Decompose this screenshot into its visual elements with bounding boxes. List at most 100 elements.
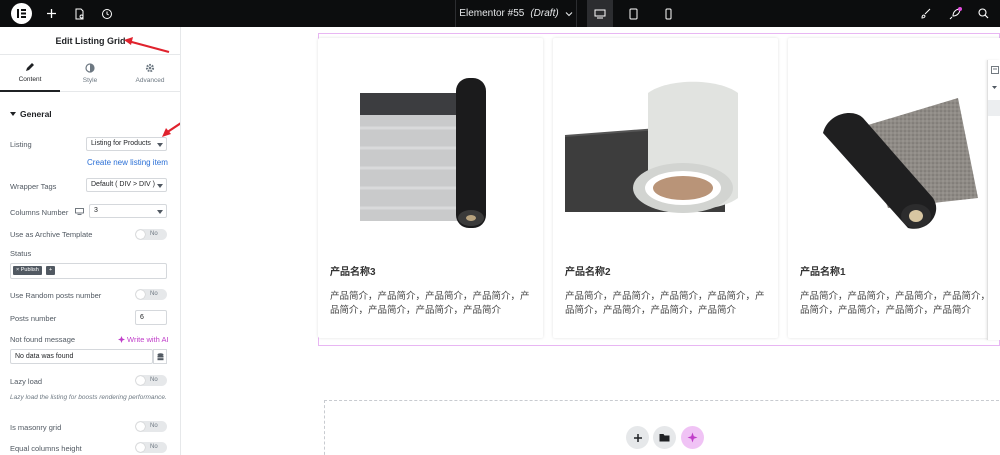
- card-title: 产品名称3: [330, 267, 376, 278]
- elementor-logo[interactable]: [11, 3, 32, 24]
- write-with-ai-button[interactable]: Write with AI: [118, 335, 169, 344]
- add-template-button[interactable]: [653, 426, 676, 449]
- masonry-toggle[interactable]: No: [135, 421, 167, 432]
- navigator-icon: [991, 66, 999, 74]
- search-button[interactable]: [974, 0, 992, 27]
- desktop-icon: [594, 9, 606, 18]
- pencil-icon: [26, 63, 34, 71]
- product-image-roll-foil: [360, 78, 486, 228]
- wrapper-tags-select[interactable]: Default ( DIV > DIV ): [86, 178, 167, 192]
- equal-height-toggle[interactable]: No: [135, 442, 167, 453]
- wrapper-tags-value: Default ( DIV > DIV ): [91, 181, 155, 188]
- tab-content[interactable]: Content: [0, 55, 60, 92]
- section-general[interactable]: General: [10, 109, 52, 119]
- masonry-label: Is masonry grid: [10, 423, 62, 432]
- annotation-arrow-icon: [162, 122, 180, 137]
- toggle-knob: [136, 443, 145, 452]
- document-settings-icon: [75, 8, 83, 19]
- structure-navigator[interactable]: [987, 60, 1000, 340]
- chevron-down-icon: [565, 11, 573, 16]
- desktop-view-button[interactable]: [587, 0, 613, 27]
- listing-card[interactable]: 产品名称3 产品简介，产品简介，产品简介，产品简介，产品简介，产品简介，产品简介…: [318, 38, 543, 338]
- toggle-text: No: [150, 377, 158, 383]
- listing-select[interactable]: Listing for Products: [86, 137, 167, 151]
- history-icon: [102, 8, 112, 19]
- rocket-icon: [949, 7, 962, 20]
- tab-advanced-label: Advanced: [135, 77, 165, 84]
- add-section-button[interactable]: [626, 426, 649, 449]
- random-posts-toggle[interactable]: No: [135, 289, 167, 300]
- search-icon: [977, 8, 988, 19]
- editor-panel: Edit Listing Grid Content Style Advanced…: [0, 27, 181, 455]
- status-add-button[interactable]: +: [46, 266, 56, 275]
- listing-card[interactable]: 产品名称2 产品简介，产品简介，产品简介，产品简介，产品简介，产品简介，产品简介…: [553, 38, 778, 338]
- contrast-icon: [85, 63, 95, 73]
- navigator-row[interactable]: [988, 100, 1000, 116]
- columns-number-value: 3: [94, 207, 98, 214]
- add-element-button[interactable]: [42, 0, 60, 27]
- tablet-view-button[interactable]: [622, 0, 644, 27]
- status-label: Status: [10, 249, 32, 258]
- mobile-view-button[interactable]: [657, 0, 679, 27]
- card-title: 产品名称1: [800, 267, 846, 278]
- not-found-input[interactable]: No data was found: [10, 349, 153, 364]
- notifications-button[interactable]: [946, 0, 964, 27]
- columns-number-select[interactable]: 3: [89, 204, 167, 218]
- document-status: (Draft): [530, 8, 559, 19]
- tab-style-label: Style: [82, 77, 98, 84]
- card-title: 产品名称2: [565, 267, 611, 278]
- document-name: Elementor #55: [459, 8, 525, 19]
- toggle-text: No: [150, 444, 158, 450]
- toggle-knob: [136, 376, 145, 385]
- columns-number-label: Columns Number: [10, 208, 69, 217]
- lazy-load-note: Lazy load the listing for boosts renderi…: [10, 394, 167, 401]
- toggle-text: No: [150, 423, 158, 429]
- mobile-icon: [665, 8, 671, 19]
- chevron-down-icon: [157, 143, 163, 147]
- card-description: 产品简介，产品简介，产品简介，产品简介，产品简介，产品简介，产品简介，产品简介: [800, 291, 1000, 316]
- tab-content-label: Content: [18, 76, 42, 83]
- archive-template-toggle[interactable]: No: [135, 229, 167, 240]
- desktop-icon: [75, 208, 84, 215]
- toggle-knob: [136, 230, 145, 239]
- gear-icon: [145, 63, 155, 73]
- section-general-label: General: [20, 109, 52, 119]
- panel-tabs: Content Style Advanced: [0, 54, 180, 92]
- page-settings-button[interactable]: [70, 0, 88, 27]
- listing-label: Listing: [10, 140, 32, 149]
- tab-style[interactable]: Style: [60, 55, 120, 92]
- wrapper-tags-label: Wrapper Tags: [10, 182, 57, 191]
- posts-number-label: Posts number: [10, 314, 57, 323]
- toggle-knob: [136, 422, 145, 431]
- write-with-ai-label: Write with AI: [127, 335, 169, 344]
- history-button[interactable]: [98, 0, 116, 27]
- listing-card[interactable]: 产品名称1 产品简介，产品简介，产品简介，产品简介，产品简介，产品简介，产品简介…: [788, 38, 1000, 338]
- toggle-text: No: [150, 291, 158, 297]
- sparkle-icon: [687, 432, 698, 443]
- plus-icon: [633, 433, 642, 442]
- product-image-white-roll: [564, 81, 738, 213]
- posts-number-input[interactable]: 6: [135, 310, 167, 325]
- plus-icon: [46, 9, 56, 18]
- product-image-granular-roll: [823, 98, 978, 229]
- random-posts-label: Use Random posts number: [10, 291, 102, 300]
- top-bar: Elementor #55 (Draft): [0, 0, 1000, 27]
- lazy-load-toggle[interactable]: No: [135, 375, 167, 386]
- create-listing-link[interactable]: Create new listing item: [87, 158, 168, 167]
- status-tag-publish[interactable]: × Publish: [13, 266, 42, 275]
- brush-icon: [921, 8, 931, 19]
- document-title[interactable]: Elementor #55 (Draft): [455, 0, 577, 27]
- sparkle-icon: [118, 336, 125, 343]
- tab-advanced[interactable]: Advanced: [120, 55, 180, 92]
- caret-down-icon: [992, 86, 997, 89]
- toggle-text: No: [150, 231, 158, 237]
- database-icon: [157, 352, 163, 360]
- chevron-down-icon: [157, 184, 163, 188]
- ai-build-button[interactable]: [681, 426, 704, 449]
- listing-value: Listing for Products: [91, 140, 151, 147]
- card-description: 产品简介，产品简介，产品简介，产品简介，产品简介，产品简介，产品简介，产品简介: [565, 291, 765, 316]
- folder-icon: [659, 434, 670, 442]
- site-settings-button[interactable]: [917, 0, 935, 27]
- card-description: 产品简介，产品简介，产品简介，产品简介，产品简介，产品简介，产品简介，产品简介: [330, 291, 530, 316]
- dynamic-tags-button[interactable]: [153, 349, 167, 364]
